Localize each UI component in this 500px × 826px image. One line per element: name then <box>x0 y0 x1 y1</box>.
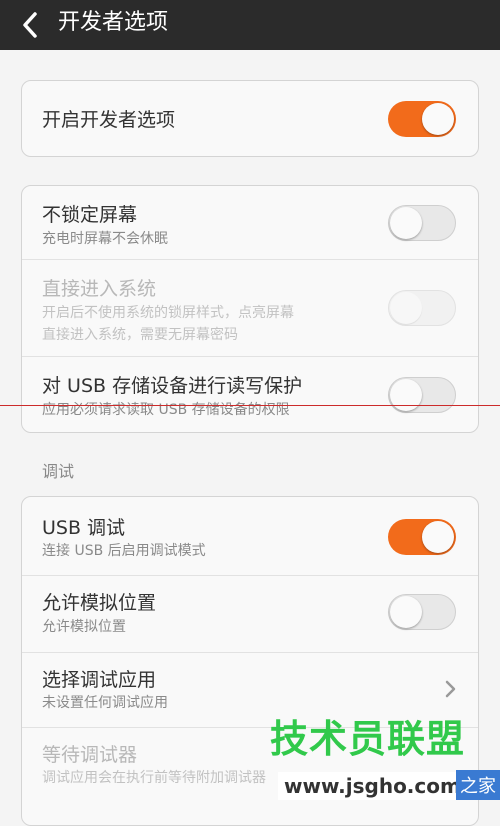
stay-awake-label: 不锁定屏幕 <box>42 204 138 226</box>
wait-for-debugger-description: 调试应用会在执行前等待附加调试器 <box>42 770 266 786</box>
mock-location-toggle[interactable] <box>388 594 456 630</box>
usb-write-protect-row[interactable]: 对 USB 存储设备进行读写保护 应用必须请求读取 USB 存储设备的权限 <box>22 357 478 432</box>
toggle-knob <box>390 292 422 324</box>
direct-boot-description-line1: 开启后不使用系统的锁屏样式，点亮屏幕 <box>42 305 294 321</box>
chevron-right-icon <box>445 680 456 698</box>
annotation-line <box>0 405 500 406</box>
mock-location-description: 允许模拟位置 <box>42 619 126 635</box>
toggle-knob <box>422 103 454 135</box>
wait-for-debugger-label: 等待调试器 <box>42 744 138 766</box>
watermark-title: 技术员联盟 <box>270 717 466 761</box>
direct-boot-description-line2: 直接进入系统，需要无屏幕密码 <box>42 327 238 343</box>
section-header-debug: 调试 <box>42 462 75 481</box>
site-watermark: 技术员联盟 www.jsgho.com 之家 <box>270 716 500 812</box>
page-title: 开发者选项 <box>58 10 169 35</box>
usb-debugging-description: 连接 USB 后启用调试模式 <box>42 543 206 559</box>
stay-awake-description: 充电时屏幕不会休眠 <box>42 231 168 247</box>
toggle-knob <box>422 521 454 553</box>
usb-write-protect-toggle[interactable] <box>388 377 456 413</box>
chevron-left-icon[interactable] <box>20 11 40 39</box>
watermark-url: www.jsgho.com <box>278 772 467 800</box>
select-debug-app-description: 未设置任何调试应用 <box>42 695 168 711</box>
usb-debugging-toggle[interactable] <box>388 519 456 555</box>
usb-debugging-label: USB 调试 <box>42 517 126 539</box>
screen-settings-card: 不锁定屏幕 充电时屏幕不会休眠 直接进入系统 开启后不使用系统的锁屏样式，点亮屏… <box>21 185 479 433</box>
title-bar: 开发者选项 <box>0 0 500 50</box>
developer-options-toggle[interactable] <box>388 101 456 137</box>
toggle-knob <box>390 207 422 239</box>
direct-boot-row: 直接进入系统 开启后不使用系统的锁屏样式，点亮屏幕 直接进入系统，需要无屏幕密码 <box>22 260 478 355</box>
stay-awake-row[interactable]: 不锁定屏幕 充电时屏幕不会休眠 <box>22 186 478 258</box>
toggle-knob <box>390 379 422 411</box>
toggle-knob <box>390 596 422 628</box>
direct-boot-label: 直接进入系统 <box>42 278 157 300</box>
direct-boot-toggle <box>388 290 456 326</box>
select-debug-app-label: 选择调试应用 <box>42 669 157 691</box>
mock-location-row[interactable]: 允许模拟位置 允许模拟位置 <box>22 576 478 652</box>
usb-write-protect-label: 对 USB 存储设备进行读写保护 <box>42 375 303 397</box>
developer-options-card: 开启开发者选项 <box>21 80 479 157</box>
mock-location-label: 允许模拟位置 <box>42 592 157 614</box>
watermark-side-text: 之家 <box>456 770 500 800</box>
developer-options-row[interactable]: 开启开发者选项 <box>22 81 478 156</box>
usb-debugging-row[interactable]: USB 调试 连接 USB 后启用调试模式 <box>22 497 478 575</box>
developer-options-label: 开启开发者选项 <box>42 109 176 131</box>
stay-awake-toggle[interactable] <box>388 205 456 241</box>
usb-write-protect-description: 应用必须请求读取 USB 存储设备的权限 <box>42 402 290 418</box>
